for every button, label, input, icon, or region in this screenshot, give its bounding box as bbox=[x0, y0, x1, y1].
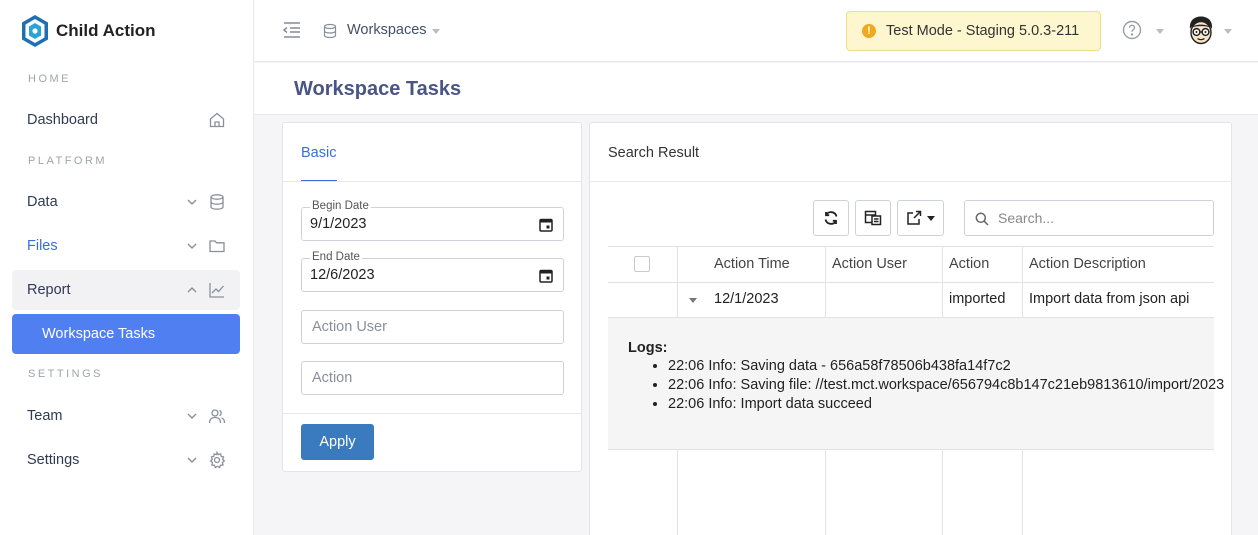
database-icon bbox=[323, 23, 337, 39]
help-icon[interactable] bbox=[1122, 20, 1142, 40]
divider bbox=[590, 181, 1231, 182]
refresh-icon bbox=[824, 211, 838, 225]
end-date-value: 12/6/2023 bbox=[310, 267, 375, 283]
line-chart-icon bbox=[209, 283, 224, 298]
section-platform: PLATFORM bbox=[28, 155, 108, 167]
begin-date-value: 9/1/2023 bbox=[310, 216, 367, 232]
cell-action-description: Import data from json api bbox=[1029, 291, 1190, 307]
brand-logo-icon bbox=[22, 15, 48, 47]
chevron-up-icon bbox=[187, 287, 197, 293]
caret-down-icon bbox=[1224, 29, 1232, 34]
end-date-label: End Date bbox=[310, 251, 362, 263]
select-all-checkbox[interactable] bbox=[634, 256, 650, 272]
sidebar-item-settings[interactable]: Settings bbox=[12, 440, 240, 480]
section-home: HOME bbox=[28, 73, 71, 85]
page-title: Workspace Tasks bbox=[294, 78, 462, 100]
caret-down-icon bbox=[1156, 29, 1164, 34]
columns-button[interactable] bbox=[855, 200, 891, 236]
page-header: Workspace Tasks bbox=[254, 63, 1258, 115]
row-detail-logs: Logs: 22:06 Info: Saving data - 656a58f7… bbox=[608, 318, 1224, 449]
sidebar-item-label: Team bbox=[27, 408, 63, 424]
search-icon bbox=[975, 212, 989, 226]
chevron-down-icon bbox=[187, 457, 197, 463]
caret-down-icon bbox=[432, 29, 440, 34]
warning-icon: ! bbox=[862, 24, 876, 38]
calendar-icon[interactable] bbox=[539, 218, 553, 232]
search-result-title: Search Result bbox=[608, 145, 700, 161]
log-entry: 22:06 Info: Saving data - 656a58f78506b4… bbox=[668, 357, 1214, 376]
log-entry: 22:06 Info: Import data succeed bbox=[668, 395, 1214, 414]
cell-action: imported bbox=[949, 291, 1006, 307]
logs-title: Logs: bbox=[628, 340, 668, 356]
brand-name: Child Action bbox=[56, 21, 156, 40]
gear-icon bbox=[209, 451, 226, 469]
home-icon bbox=[209, 112, 225, 128]
calendar-icon[interactable] bbox=[539, 269, 553, 283]
divider bbox=[283, 413, 581, 414]
sidebar-item-report[interactable]: Report bbox=[12, 270, 240, 310]
divider bbox=[283, 181, 581, 182]
column-header-action-user[interactable]: Action User bbox=[832, 246, 907, 282]
chevron-down-icon bbox=[187, 243, 197, 249]
apply-button[interactable]: Apply bbox=[301, 424, 374, 460]
log-entry: 22:06 Info: Saving file: //test.mct.work… bbox=[668, 376, 1224, 395]
filter-panel: Basic Begin Date 9/1/2023 End Date 12/6/… bbox=[282, 122, 582, 472]
folder-icon bbox=[209, 240, 225, 253]
action-user-input[interactable] bbox=[301, 310, 564, 344]
table-border bbox=[608, 449, 1214, 450]
sidebar-item-label: Data bbox=[27, 194, 58, 210]
sidebar-item-label: Dashboard bbox=[27, 112, 98, 128]
workspaces-dropdown[interactable]: Workspaces bbox=[347, 22, 427, 38]
avatar[interactable] bbox=[1186, 15, 1216, 47]
search-input[interactable] bbox=[998, 208, 1198, 228]
columns-icon bbox=[864, 210, 882, 226]
tab-basic[interactable]: Basic bbox=[301, 145, 336, 161]
export-button[interactable] bbox=[897, 200, 944, 236]
sidebar-item-label: Settings bbox=[27, 452, 80, 468]
sidebar-item-dashboard[interactable]: Dashboard bbox=[12, 100, 240, 140]
cell-action-time: 12/1/2023 bbox=[714, 291, 779, 307]
results-table: Action Time Action User Action Action De… bbox=[608, 246, 1224, 535]
column-header-action-time[interactable]: Action Time bbox=[714, 246, 790, 282]
sidebar-item-label: Files bbox=[27, 238, 58, 254]
test-mode-text: Test Mode - Staging 5.0.3-211 bbox=[886, 23, 1080, 39]
export-icon bbox=[907, 210, 922, 225]
refresh-button[interactable] bbox=[813, 200, 849, 236]
search-result-panel: Search Result Action Time Action User Ac… bbox=[589, 122, 1232, 535]
column-header-action[interactable]: Action bbox=[949, 246, 989, 282]
logs-list: 22:06 Info: Saving data - 656a58f78506b4… bbox=[668, 357, 1224, 414]
caret-down-icon bbox=[927, 215, 935, 221]
sidebar-item-files[interactable]: Files bbox=[12, 226, 240, 266]
brand[interactable]: Child Action bbox=[20, 14, 155, 48]
chevron-down-icon bbox=[187, 413, 197, 419]
sidebar: Child Action HOME Dashboard PLATFORM Dat… bbox=[0, 0, 254, 535]
action-input[interactable] bbox=[301, 361, 564, 395]
sidebar-item-label: Workspace Tasks bbox=[42, 326, 156, 342]
search-box[interactable] bbox=[964, 200, 1214, 236]
test-mode-badge: ! Test Mode - Staging 5.0.3-211 bbox=[846, 11, 1101, 51]
database-icon bbox=[210, 194, 224, 210]
sidebar-item-workspace-tasks[interactable]: Workspace Tasks bbox=[12, 314, 240, 354]
topbar: Workspaces ! Test Mode - Staging 5.0.3-2… bbox=[254, 0, 1258, 62]
begin-date-label: Begin Date bbox=[310, 200, 371, 212]
sidebar-item-data[interactable]: Data bbox=[12, 182, 240, 222]
section-settings: SETTINGS bbox=[28, 368, 104, 380]
expand-row-icon[interactable] bbox=[689, 298, 697, 303]
users-icon bbox=[208, 409, 226, 424]
sidebar-item-label: Report bbox=[27, 282, 71, 298]
menu-collapse-icon[interactable] bbox=[282, 21, 302, 39]
sidebar-item-team[interactable]: Team bbox=[12, 396, 240, 436]
column-header-action-description[interactable]: Action Description bbox=[1029, 246, 1146, 282]
end-date-field[interactable]: End Date 12/6/2023 bbox=[301, 251, 564, 292]
begin-date-field[interactable]: Begin Date 9/1/2023 bbox=[301, 200, 564, 241]
chevron-down-icon bbox=[187, 199, 197, 205]
